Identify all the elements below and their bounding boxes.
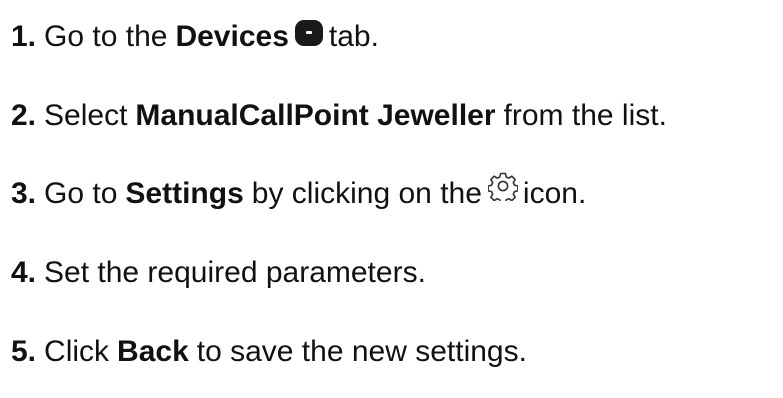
step-text: Go to [44,177,118,210]
step-5: 5. Click Back to save the new settings. [11,333,527,371]
step-text: tab. [328,20,379,53]
gear-icon [487,171,519,205]
step-text: by clicking on the [251,177,482,210]
step-3: 3. Go to Settings by clicking on the ico… [11,172,587,213]
step-text: Click [44,335,110,368]
step-number: 2. [11,99,37,132]
step-text: icon. [522,177,587,210]
device-name-label: ManualCallPoint Jeweller [135,99,496,132]
step-text: from the list. [503,99,667,132]
step-text: Select [44,99,128,132]
step-4: 4. Set the required parameters. [11,254,426,292]
devices-label: Devices [175,20,289,53]
step-number: 4. [11,256,37,289]
step-2: 2. Select ManualCallPoint Jeweller from … [11,97,667,135]
step-1: 1. Go to the Devices tab. [11,18,379,56]
step-number: 3. [11,177,37,210]
devices-tab-icon [294,20,323,46]
step-text: Go to the [44,20,168,53]
step-number: 1. [11,20,37,53]
settings-label: Settings [125,177,244,210]
step-text: Set the required parameters. [44,256,426,289]
step-number: 5. [11,335,37,368]
step-text: to save the new settings. [196,335,527,368]
back-label: Back [117,335,189,368]
